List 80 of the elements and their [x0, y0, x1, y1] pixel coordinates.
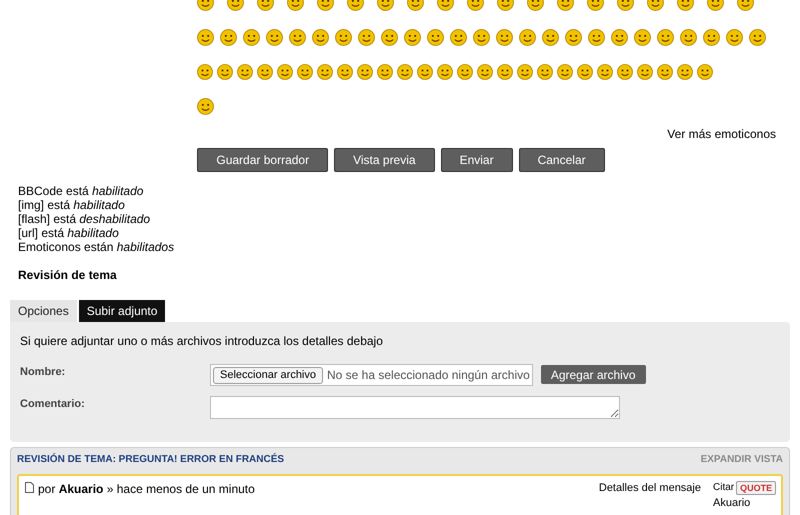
post-details-link[interactable]: Detalles del mensaje — [598, 480, 701, 515]
smiley-icon[interactable] — [457, 64, 473, 80]
smiley-icon[interactable] — [677, 64, 693, 80]
quote-label: Citar — [713, 481, 734, 495]
smiley-icon[interactable] — [749, 29, 766, 46]
smiley-icon[interactable] — [197, 98, 214, 115]
smiley-icon[interactable] — [657, 29, 674, 46]
smiley-icon[interactable] — [680, 29, 697, 46]
smiley-icon[interactable] — [317, 64, 333, 80]
file-input[interactable]: Seleccionar archivo No se ha seleccionado ningún archivo — [210, 364, 533, 386]
post-byline: por Akuario » hace menos de un minuto — [38, 481, 255, 498]
smiley-icon[interactable] — [477, 64, 493, 80]
smiley-icon[interactable] — [542, 29, 559, 46]
form-button[interactable]: Guardar borrador — [197, 148, 328, 172]
document-icon — [25, 482, 34, 493]
smiley-icon[interactable] — [297, 64, 313, 80]
bbcode-status-text: BBCode está habilitado — [18, 184, 144, 198]
file-status: No se ha seleccionado ningún archivo — [327, 367, 530, 384]
comment-field[interactable] — [210, 396, 620, 419]
bbcode-status-text: [url] está habilitado — [18, 226, 119, 240]
smiley-icon[interactable] — [404, 29, 421, 46]
smiley-icon[interactable] — [519, 29, 536, 46]
smiley-icon[interactable] — [637, 64, 653, 80]
smiley-icon[interactable] — [358, 29, 375, 46]
smiley-icon[interactable] — [537, 64, 553, 80]
smiley-icon[interactable] — [611, 29, 628, 46]
smiley-icon[interactable] — [337, 64, 353, 80]
smiley-icon[interactable] — [217, 64, 233, 80]
smiley-icon[interactable] — [257, 64, 273, 80]
smiley-icon[interactable] — [381, 29, 398, 46]
bbcode-status-text: [flash] está deshabilitado — [18, 212, 150, 226]
bbcode-status-text: Emoticonos están habilitados — [18, 240, 174, 254]
smiley-icon[interactable] — [266, 29, 283, 46]
comment-label: Comentario: — [20, 397, 86, 412]
smiley-icon[interactable] — [450, 29, 467, 46]
tab[interactable]: Subir adjunto — [78, 300, 166, 322]
smiley-icon[interactable] — [397, 64, 413, 80]
quote-button[interactable]: QUOTE — [736, 480, 776, 494]
smiley-icon[interactable] — [417, 64, 433, 80]
form-button[interactable]: Cancelar — [518, 148, 605, 172]
smiley-icon[interactable] — [565, 29, 582, 46]
smiley-icon[interactable] — [277, 64, 293, 80]
smiley-icon[interactable] — [588, 29, 605, 46]
smiley-icon[interactable] — [437, 64, 453, 80]
review-title: REVISIÓN DE TEMA: PREGUNTA! ERROR EN FRANCÉS — [17, 452, 284, 466]
smiley-icon[interactable] — [597, 64, 613, 80]
smiley-icon[interactable] — [697, 64, 713, 80]
smiley-icon[interactable] — [237, 64, 253, 80]
smiley-icon[interactable] — [497, 64, 513, 80]
smiley-icon[interactable] — [427, 29, 444, 46]
smiley-icon[interactable] — [496, 29, 513, 46]
smiley-icon[interactable] — [312, 29, 329, 46]
smiley-icon[interactable] — [577, 64, 593, 80]
smiley-icon[interactable] — [243, 29, 260, 46]
attachment-intro: Si quiere adjuntar uno o más archivos introduzca los detalles debajo — [20, 333, 383, 350]
more-emoticons-link[interactable]: Ver más emoticonos — [667, 125, 776, 143]
tab[interactable]: Opciones — [10, 300, 77, 322]
smiley-icon[interactable] — [377, 64, 393, 80]
smiley-icon[interactable] — [197, 29, 214, 46]
smiley-icon[interactable] — [557, 64, 573, 80]
bbcode-status-text: [img] está habilitado — [18, 198, 125, 212]
smiley-icon[interactable] — [220, 29, 237, 46]
smiley-icon[interactable] — [703, 29, 720, 46]
smiley-icon[interactable] — [197, 64, 213, 80]
form-button[interactable]: Enviar — [440, 148, 513, 172]
smiley-icon[interactable] — [357, 64, 373, 80]
topic-review-heading: Revisión de tema — [17, 267, 117, 284]
add-file-button[interactable]: Agregar archivo — [540, 365, 646, 384]
smiley-icon[interactable] — [634, 29, 651, 46]
quote-author: Akuario — [713, 496, 752, 511]
smiley-icon[interactable] — [335, 29, 352, 46]
smiley-icon[interactable] — [289, 29, 306, 46]
smiley-icon[interactable] — [726, 29, 743, 46]
name-label: Nombre: — [20, 365, 66, 380]
smiley-icon[interactable] — [473, 29, 490, 46]
smiley-icon[interactable] — [657, 64, 673, 80]
form-button[interactable]: Vista previa — [334, 148, 435, 172]
choose-file-button[interactable]: Seleccionar archivo — [213, 366, 323, 384]
smiley-icon[interactable] — [517, 64, 533, 80]
smiley-icon[interactable] — [617, 64, 633, 80]
